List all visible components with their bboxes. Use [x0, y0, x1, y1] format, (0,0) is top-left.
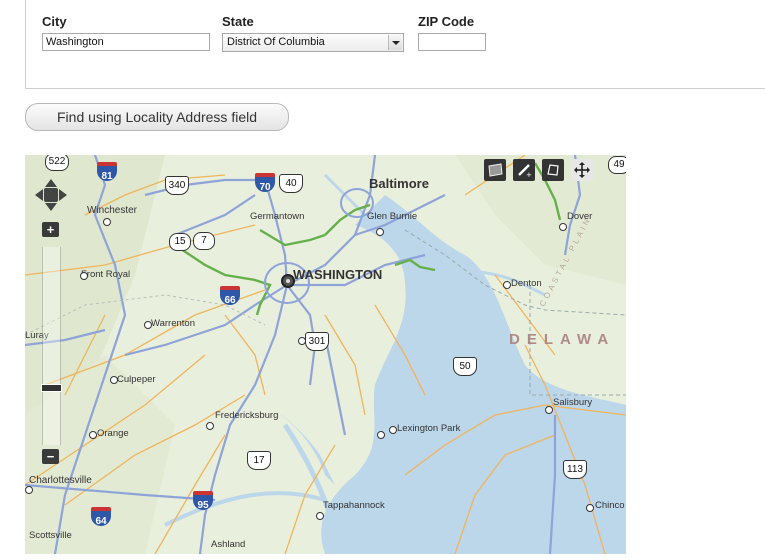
town-dot [316, 512, 324, 520]
find-locality-button[interactable]: Find using Locality Address field [25, 103, 289, 131]
town-dot [89, 431, 97, 439]
draw-polygon-tool[interactable] [542, 159, 564, 181]
place-denton: Denton [511, 278, 542, 289]
place-chincoteague: Chinco [595, 500, 625, 511]
interstate-shield-70: 70 [255, 173, 275, 193]
town-dot [206, 422, 214, 430]
place-culpeper: Culpeper [117, 374, 156, 385]
place-salisbury: Salisbury [553, 397, 593, 408]
place-ashland: Ashland [211, 539, 246, 550]
draw-box-tool[interactable] [484, 159, 506, 181]
us-route-shield-50: 50 [453, 357, 477, 376]
draw-line-tool[interactable]: + [513, 159, 535, 181]
state-label-delaware: DELAWA [509, 331, 616, 348]
interstate-shield-81: 81 [97, 162, 117, 182]
map-view[interactable]: Baltimore WASHINGTON Winchester Front Ro… [25, 155, 626, 554]
interstate-shield-95: 95 [193, 491, 213, 511]
town-dot [110, 376, 118, 384]
city-label: City [42, 14, 67, 29]
move-arrows-icon [574, 162, 590, 178]
place-glen-burnie: Glen Burnie [367, 211, 418, 222]
state-select[interactable]: District Of Columbia [222, 33, 404, 52]
location-marker-icon[interactable] [281, 274, 295, 288]
town-dot [80, 272, 88, 280]
state-select-value: District Of Columbia [227, 36, 325, 48]
place-baltimore: Baltimore [369, 176, 429, 191]
place-scottsville: Scottsville [29, 530, 72, 541]
place-tappahannock: Tappahannock [323, 500, 385, 511]
place-charlottesville: Charlottesville [29, 475, 92, 486]
rectangle-select-icon [488, 163, 503, 177]
zoom-slider-track[interactable] [42, 247, 61, 445]
zip-label: ZIP Code [418, 14, 475, 29]
place-front-royal: Front Royal [81, 269, 131, 280]
pan-arrows-icon [35, 179, 67, 211]
pencil-icon: + [518, 164, 532, 178]
town-dot [389, 426, 397, 434]
town-dot [559, 223, 567, 231]
town-dot [144, 321, 152, 329]
town-dot [503, 281, 511, 289]
route-shield-522: 522 [45, 155, 69, 171]
town-dot [25, 486, 33, 494]
us-route-shield-301: 301 [305, 332, 329, 351]
place-warrenton: Warrenton [151, 318, 195, 329]
svg-text:+: + [526, 171, 532, 178]
zoom-out-button[interactable]: − [42, 449, 59, 464]
town-dot [545, 406, 553, 414]
route-shield-15: 15 [169, 233, 191, 251]
chevron-down-icon [388, 35, 402, 50]
place-germantown: Germantown [250, 211, 305, 222]
us-route-shield-17: 17 [247, 451, 271, 470]
town-dot [377, 431, 385, 439]
interstate-shield-64: 64 [91, 507, 111, 527]
route-shield-7: 7 [193, 232, 215, 250]
us-route-shield-40: 40 [279, 174, 303, 193]
town-dot [376, 228, 384, 236]
place-winchester: Winchester [87, 205, 138, 216]
route-shield-49: 49 [608, 156, 626, 174]
city-input[interactable] [42, 33, 210, 51]
place-orange: Orange [97, 428, 129, 439]
us-route-shield-113: 113 [563, 460, 587, 479]
place-fredericksburg: Fredericksburg [215, 410, 279, 421]
locality-form-panel: City State District Of Columbia ZIP Code [25, 0, 765, 89]
us-route-shield-340: 340 [165, 176, 189, 195]
place-lexington-park: Lexington Park [397, 423, 461, 434]
town-dot [586, 504, 594, 512]
zoom-in-button[interactable]: + [42, 222, 59, 237]
pan-control[interactable] [33, 179, 69, 211]
zoom-slider-handle[interactable] [41, 384, 62, 392]
town-dot [103, 218, 111, 226]
interstate-shield-66: 66 [220, 286, 240, 306]
zip-input[interactable] [418, 33, 486, 51]
place-washington: WASHINGTON [293, 267, 383, 282]
navigate-tool[interactable] [571, 159, 593, 181]
state-label: State [222, 14, 254, 29]
polygon-icon [547, 164, 559, 176]
